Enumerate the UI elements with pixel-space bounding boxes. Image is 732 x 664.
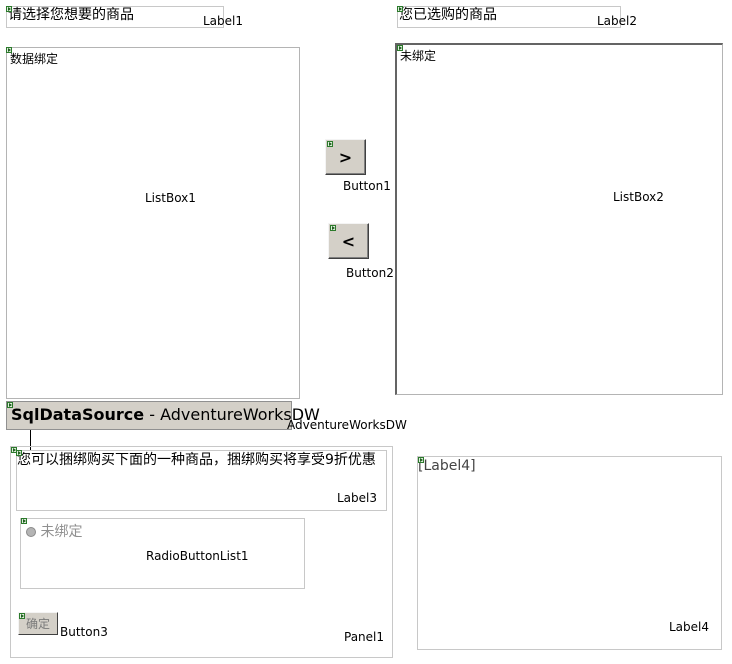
label3-text: 您可以捆绑购买下面的一种商品，捆绑购买将享受9折优惠 bbox=[17, 452, 376, 468]
sqldatasource-type: SqlDataSource bbox=[11, 405, 145, 424]
label1-text: 请选择您想要的商品 bbox=[8, 7, 134, 23]
label2-id: Label2 bbox=[597, 14, 638, 28]
control-glyph-icon bbox=[397, 6, 403, 12]
control-glyph-icon bbox=[330, 225, 336, 231]
label4-box: [Label4] Label4 bbox=[417, 456, 722, 650]
control-glyph-icon bbox=[16, 450, 22, 456]
control-glyph-icon bbox=[7, 402, 13, 408]
label2-box: 您已选购的商品 bbox=[397, 6, 621, 28]
listbox1[interactable]: 数据绑定 ListBox1 bbox=[6, 47, 300, 399]
label2-text: 您已选购的商品 bbox=[399, 7, 497, 23]
confirm-button-label: 确定 bbox=[25, 617, 50, 631]
control-glyph-icon bbox=[6, 47, 12, 53]
remove-item-button-label: < bbox=[341, 231, 356, 251]
label4-text: [Label4] bbox=[418, 458, 476, 474]
radiolist-id: RadioButtonList1 bbox=[146, 549, 249, 563]
label3-box: 您可以捆绑购买下面的一种商品，捆绑购买将享受9折优惠 Label3 bbox=[16, 450, 387, 511]
listbox2[interactable]: 未绑定 ListBox2 bbox=[395, 43, 723, 395]
control-glyph-icon bbox=[327, 141, 333, 147]
control-glyph-icon bbox=[397, 45, 403, 51]
label3-id: Label3 bbox=[337, 491, 378, 505]
sqldatasource-separator: - bbox=[144, 405, 161, 424]
sqldatasource-control[interactable]: SqlDataSource - AdventureWorksDW bbox=[6, 401, 320, 430]
radio-unchecked-icon bbox=[26, 527, 36, 537]
control-glyph-icon bbox=[21, 518, 27, 524]
button3-id: Button3 bbox=[60, 625, 108, 639]
radio-option-label: 未绑定 bbox=[40, 524, 83, 540]
sqldatasource-id: AdventureWorksDW bbox=[287, 418, 407, 432]
control-glyph-icon bbox=[6, 6, 12, 12]
button1-id: Button1 bbox=[343, 179, 391, 193]
radiobuttonlist1[interactable]: 未绑定 RadioButtonList1 bbox=[20, 518, 305, 589]
add-item-button-label: > bbox=[338, 147, 353, 167]
listbox2-unbound-text: 未绑定 bbox=[400, 49, 437, 63]
control-glyph-icon bbox=[19, 613, 25, 619]
listbox1-id: ListBox1 bbox=[145, 191, 196, 205]
listbox1-bound-text: 数据绑定 bbox=[10, 52, 59, 66]
label4-id: Label4 bbox=[669, 620, 710, 634]
button2-id: Button2 bbox=[346, 266, 394, 280]
control-glyph-icon bbox=[418, 457, 424, 463]
label1-box: 请选择您想要的商品 bbox=[6, 6, 224, 28]
radio-option[interactable]: 未绑定 bbox=[26, 521, 82, 541]
panel1-id: Panel1 bbox=[344, 630, 385, 644]
label1-id: Label1 bbox=[203, 14, 244, 28]
listbox2-id: ListBox2 bbox=[613, 190, 664, 204]
